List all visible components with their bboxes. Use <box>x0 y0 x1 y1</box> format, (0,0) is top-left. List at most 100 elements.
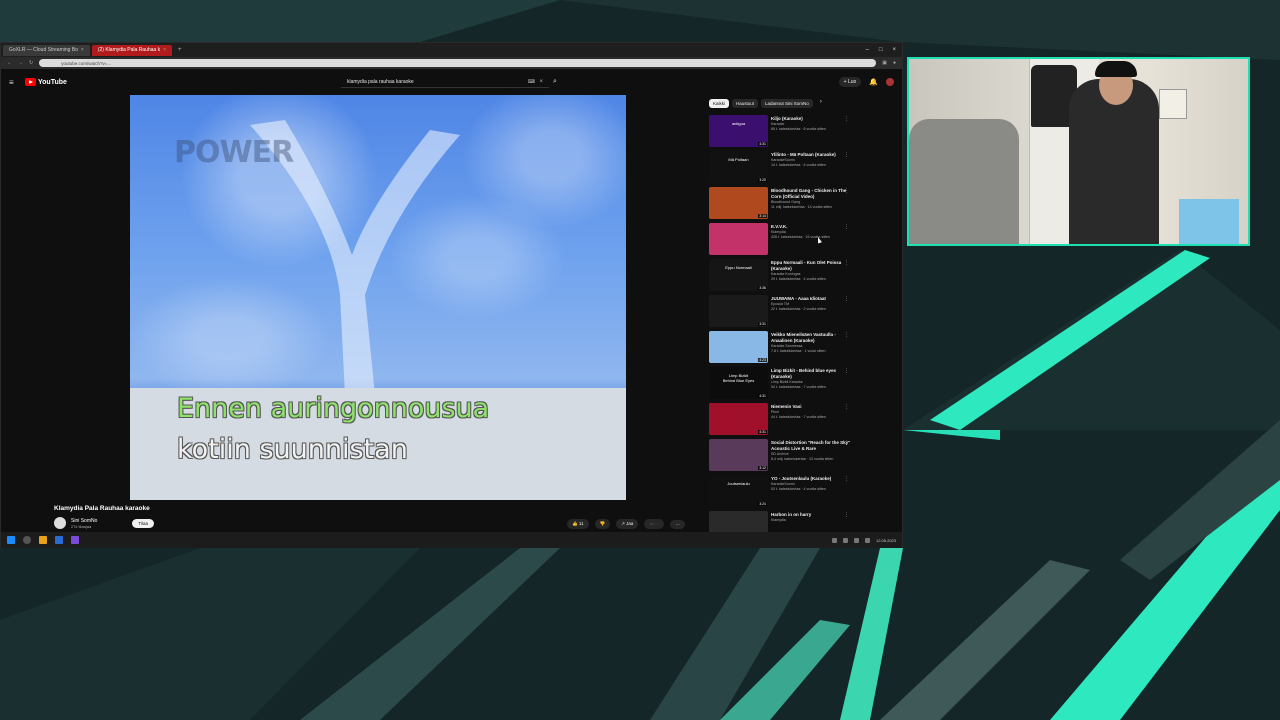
more-vert-icon[interactable]: ⋮ <box>844 188 849 194</box>
recommendation-item[interactable]: Eppu Normaali 3:36 Eppu Normaali - Kun O… <box>709 259 855 295</box>
recommendation-thumbnail[interactable]: 3:12 <box>709 439 768 471</box>
more-vert-icon[interactable]: ⋮ <box>844 332 849 338</box>
reload-icon[interactable]: ↻ <box>29 60 33 66</box>
duration-badge: 4:23 <box>758 358 767 362</box>
chip-uploader[interactable]: Ladannut Sini SomNo <box>761 99 813 108</box>
close-icon[interactable]: × <box>163 47 166 53</box>
windows-taskbar: 12.05.2023 <box>1 532 902 548</box>
file-explorer-icon[interactable] <box>39 536 47 544</box>
more-vert-icon[interactable]: ⋮ <box>844 224 849 230</box>
tab-goxlr[interactable]: GoXLR — Cloud Streaming Bo × <box>3 44 90 56</box>
clear-search-icon[interactable]: × <box>539 79 543 85</box>
recommendation-title[interactable]: Eppu Normaali - Kun Olet Poissa (Karaoke… <box>771 260 855 272</box>
recommendation-title[interactable]: Veikko Mieneilsäen Vastuulla - Anaalinen… <box>771 332 855 344</box>
search-taskbar-icon[interactable] <box>23 536 31 544</box>
recommendation-stats: 14 t. katselukertaa · 4 vuotta sitten <box>771 163 826 167</box>
account-avatar[interactable] <box>886 78 894 86</box>
recommendation-thumbnail[interactable]: Mä Poltaan 3:20 <box>709 151 768 183</box>
more-vert-icon[interactable]: ⋮ <box>844 512 849 518</box>
recommendation-stats: 428 t. katselukertaa · 15 vuotta sitten <box>771 235 830 239</box>
recommendation-item[interactable]: E.V.V.K. Klamydia 428 t. katselukertaa ·… <box>709 223 855 259</box>
recommendation-item[interactable]: 4:23 Veikko Mieneilsäen Vastuulla - Anaa… <box>709 331 855 367</box>
share-button[interactable]: ↗ Jaa <box>616 519 639 529</box>
hamburger-menu-icon[interactable]: ≡ <box>9 78 17 87</box>
more-vert-icon[interactable]: ⋮ <box>844 368 849 374</box>
maximize-icon[interactable]: □ <box>879 47 883 53</box>
recommendation-stats: 29 t. katselukertaa · 4 vuotta sitten <box>771 277 826 281</box>
obs-taskbar-icon[interactable] <box>71 536 79 544</box>
chevron-right-icon[interactable]: › <box>820 99 822 108</box>
save-button[interactable]: ▭ ··· <box>644 519 665 529</box>
duration-badge: 3:12 <box>758 466 767 470</box>
channel-name[interactable]: Sini SomNo <box>71 518 97 524</box>
more-vert-icon[interactable]: ⋮ <box>844 404 849 410</box>
more-vert-icon[interactable]: ⋮ <box>844 296 849 302</box>
recommendation-title[interactable]: Social Distortion "Reach for the Sky" Ac… <box>771 440 855 452</box>
chip-all[interactable]: Kaikki <box>709 99 730 108</box>
recommendation-thumbnail[interactable]: 4:23 <box>709 331 768 363</box>
more-vert-icon[interactable]: ⋮ <box>844 440 849 446</box>
more-vert-icon[interactable]: ⋮ <box>844 116 849 122</box>
more-actions-icon[interactable]: ··· <box>670 519 685 529</box>
clock[interactable]: 12.05.2023 <box>876 538 896 543</box>
recommendation-thumbnail[interactable]: 3:14 <box>709 187 768 219</box>
tray-icon[interactable] <box>831 537 837 543</box>
close-icon[interactable]: × <box>81 47 84 53</box>
more-vert-icon[interactable]: ⋮ <box>844 260 849 266</box>
recommendation-item[interactable]: antigua 4:31 Kiljo (Karaoke) Karaoke 65 … <box>709 115 855 151</box>
youtube-logo[interactable]: YouTube <box>25 78 67 86</box>
recommendation-title[interactable]: Limp Bizkit - Behind blue eyes (Karaoke) <box>771 368 855 380</box>
dislike-button[interactable]: 👎 <box>594 519 611 529</box>
recommendation-item[interactable]: Mä Poltaan 3:20 Ylilinto - Mä Poltaan (K… <box>709 151 855 187</box>
recommendation-channel[interactable]: Klamydia <box>771 518 855 523</box>
recommendation-thumbnail[interactable]: Joutsenlaulu 3:24 <box>709 475 768 507</box>
channel-avatar[interactable] <box>54 517 66 529</box>
recommendation-thumbnail[interactable]: Eppu Normaali 3:36 <box>709 259 768 291</box>
youtube-logo-text: YouTube <box>38 78 67 86</box>
network-icon[interactable] <box>842 537 848 543</box>
like-button[interactable]: 👍 11 <box>567 519 589 529</box>
recommendation-thumbnail[interactable]: Limp Bizkit Behind Blue Eyes 4:31 <box>709 367 768 399</box>
minimize-icon[interactable]: – <box>866 47 869 53</box>
new-tab-button[interactable]: + <box>178 47 182 53</box>
windows-start-icon[interactable] <box>7 536 15 544</box>
profile-icon[interactable]: ● <box>893 60 896 66</box>
subscribe-button[interactable]: Tilaa <box>132 518 154 528</box>
more-vert-icon[interactable]: ⋮ <box>844 152 849 158</box>
recommendation-thumbnail[interactable]: 4:31 <box>709 403 768 435</box>
close-window-icon[interactable]: × <box>892 47 896 53</box>
chip-search[interactable]: Haustuut <box>732 99 759 108</box>
back-icon[interactable]: ← <box>7 60 12 66</box>
recommendation-item[interactable]: 4:31 Niemenin Vasi Pinni 44 t. katseluke… <box>709 403 855 439</box>
recommendation-item[interactable]: 3:14 Bloodhound Gang - Chicken in The Co… <box>709 187 855 223</box>
webcam-streamer-cap <box>1095 61 1137 77</box>
system-tray: 12.05.2023 <box>831 537 902 543</box>
recommendation-item[interactable]: Joutsenlaulu 3:24 YO - Joutsenlaulu (Kar… <box>709 475 855 511</box>
notifications-icon[interactable]: 🔔 <box>869 78 878 86</box>
recommendation-title[interactable]: Bloodhound Gang - Chicken in The Corn (O… <box>771 188 855 200</box>
lyric-line-2: kotiin suunnistan <box>177 434 408 465</box>
extension-icon[interactable]: ▣ <box>882 60 887 66</box>
duration-badge: 4:31 <box>758 142 767 146</box>
search-input[interactable]: klamydia pala rauhaa karaoke ⌨ × <box>341 76 549 88</box>
battery-icon[interactable] <box>864 537 870 543</box>
search-icon[interactable]: ⌕ <box>553 78 557 86</box>
power-logo: POWER <box>174 135 294 170</box>
recommendation-item[interactable]: 3:31 JUUWAMA - Aaaa Idiotaat Eposiut TM … <box>709 295 855 331</box>
video-player[interactable]: POWER Ennen auringonnousua kotiin suunni… <box>130 95 626 500</box>
recommendation-thumbnail[interactable]: 3:31 <box>709 295 768 327</box>
volume-icon[interactable] <box>853 537 859 543</box>
recommendation-thumbnail[interactable] <box>709 223 768 255</box>
recommendation-item[interactable]: Limp Bizkit Behind Blue Eyes 4:31 Limp B… <box>709 367 855 403</box>
tab-youtube[interactable]: (2) Klamydia Pala Rauhaa k × <box>91 44 173 56</box>
webcam-picture-frame <box>1159 89 1187 119</box>
recommendation-thumbnail[interactable]: antigua 4:31 <box>709 115 768 147</box>
address-bar[interactable]: youtube.com/watch?v=... <box>39 59 877 67</box>
keyboard-icon[interactable]: ⌨ <box>528 79 535 85</box>
forward-icon[interactable]: → <box>18 60 23 66</box>
create-button[interactable]: + Luo <box>838 77 862 87</box>
recommendation-item[interactable]: 3:12 Social Distortion "Reach for the Sk… <box>709 439 855 475</box>
recommendations-list: antigua 4:31 Kiljo (Karaoke) Karaoke 65 … <box>709 115 855 547</box>
more-vert-icon[interactable]: ⋮ <box>844 476 849 482</box>
browser-taskbar-icon[interactable] <box>55 536 63 544</box>
